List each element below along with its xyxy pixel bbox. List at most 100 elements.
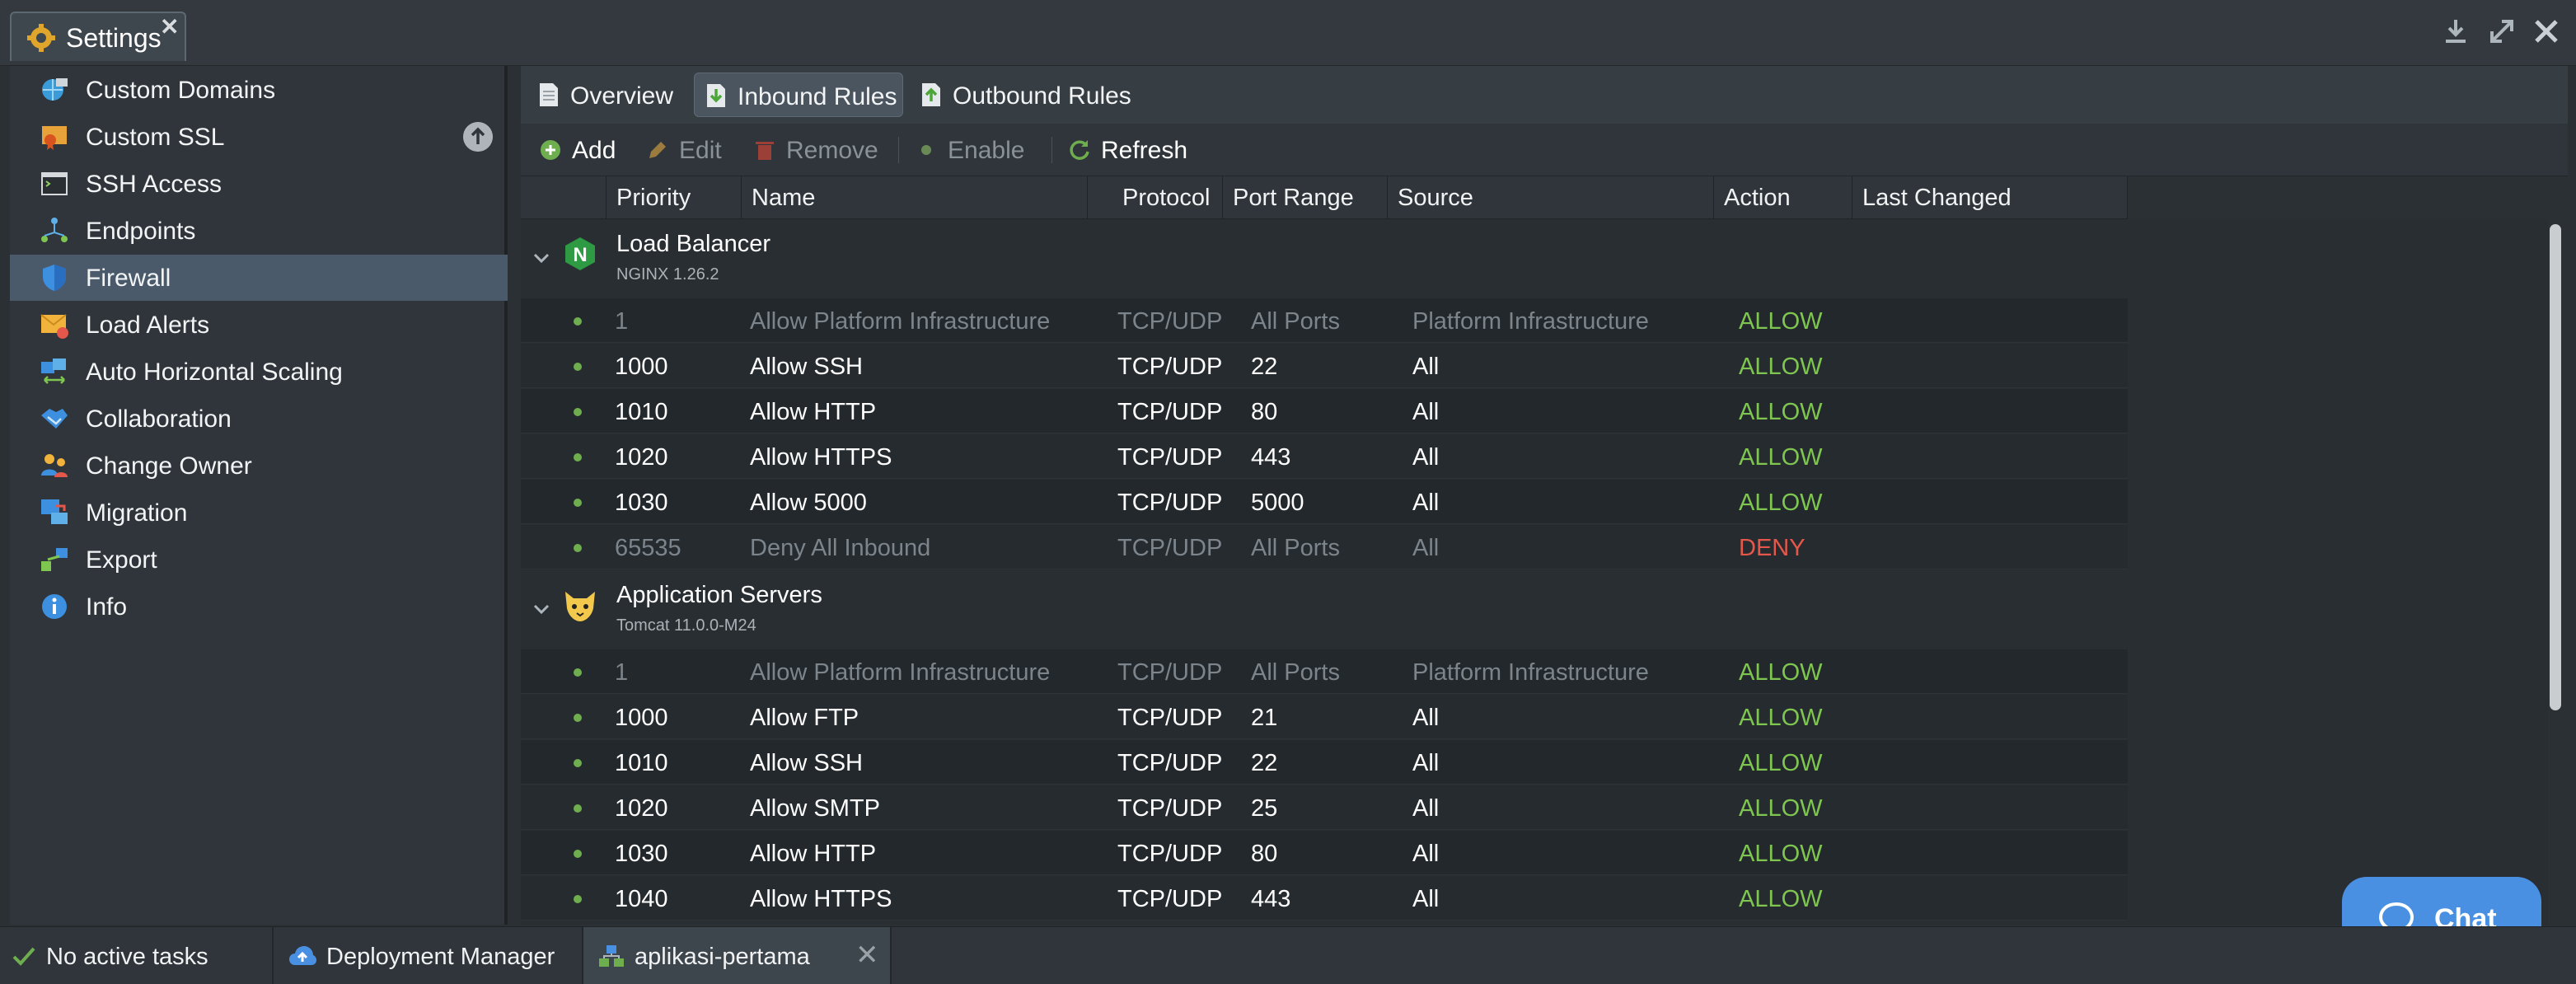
cell-port-range: All Ports: [1251, 659, 1340, 686]
settings-window-tab[interactable]: Settings ✕: [10, 12, 186, 61]
table-row[interactable]: 1000 Allow FTP TCP/UDP 21 All ALLOW: [521, 695, 2128, 739]
task-environment-aplikasi-pertama[interactable]: aplikasi-pertama ✕: [583, 927, 892, 984]
table-row[interactable]: 1020 Allow HTTPS TCP/UDP 443 All ALLOW: [521, 434, 2128, 479]
cell-port-range: 22: [1251, 354, 1278, 380]
download-icon[interactable]: [2439, 15, 2472, 48]
upload-icon[interactable]: [463, 122, 493, 152]
cell-port-range: 22: [1251, 750, 1278, 776]
table-row[interactable]: 1010 Allow SSH TCP/UDP 22 All ALLOW: [521, 740, 2128, 785]
vertical-scrollbar[interactable]: [2550, 224, 2561, 710]
table-row[interactable]: 1 Allow Platform Infrastructure TCP/UDP All…: [521, 649, 2128, 694]
cell-protocol: TCP/UDP: [1117, 705, 1223, 731]
rules-toolbar: Add Edit Remove Enable Refresh: [521, 124, 2568, 176]
tab-inbound-rules[interactable]: Inbound Rules: [694, 73, 903, 117]
table-row[interactable]: 1030 Allow HTTP TCP/UDP 80 All ALLOW: [521, 831, 2128, 875]
sidebar-item-auto-horizontal-scaling[interactable]: Auto Horizontal Scaling: [10, 349, 508, 395]
cell-action: ALLOW: [1739, 750, 1823, 776]
rule-status-dot: [574, 317, 582, 326]
column-header-name[interactable]: Name: [742, 176, 1088, 219]
column-header-port-range[interactable]: Port Range: [1223, 176, 1388, 219]
endpoints-icon: [41, 218, 68, 242]
sidebar-item-custom-domains[interactable]: Custom Domains: [10, 67, 508, 113]
close-icon[interactable]: [2530, 15, 2563, 48]
cell-protocol: TCP/UDP: [1117, 886, 1223, 912]
remove-button[interactable]: Remove: [753, 134, 885, 166]
header-label: Source: [1398, 185, 1473, 211]
cell-action: ALLOW: [1739, 795, 1823, 822]
table-row[interactable]: 1 Allow Platform Infrastructure TCP/UDP All…: [521, 298, 2128, 343]
task-deployment-manager[interactable]: Deployment Manager: [274, 927, 583, 984]
cell-priority: 1: [615, 659, 629, 686]
group-header-load-balancer[interactable]: N Load Balancer NGINX 1.26.2: [521, 219, 2128, 298]
migration-icon: [41, 499, 68, 524]
sidebar-item-collaboration[interactable]: Collaboration: [10, 396, 508, 442]
sidebar-item-load-alerts[interactable]: Load Alerts: [10, 302, 508, 348]
chevron-down-icon[interactable]: [531, 598, 552, 620]
tab-outbound-rules[interactable]: Outbound Rules: [910, 73, 1132, 117]
add-button[interactable]: Add: [539, 134, 621, 166]
enable-label: Enable: [948, 137, 1025, 164]
table-row[interactable]: 1030 Allow 5000 TCP/UDP 5000 All ALLOW: [521, 480, 2128, 524]
cloud-upload-icon: [289, 946, 316, 965]
table-row[interactable]: 1000 Allow SSH TCP/UDP 22 All ALLOW: [521, 344, 2128, 388]
sidebar-item-endpoints[interactable]: Endpoints: [10, 208, 508, 254]
sidebar-item-label: Endpoints: [86, 218, 196, 245]
cell-name: Allow HTTP: [750, 399, 877, 425]
cell-source: Platform Infrastructure: [1412, 308, 1649, 335]
cell-port-range: 21: [1251, 705, 1278, 731]
cell-protocol: TCP/UDP: [1117, 659, 1223, 686]
cell-action: DENY: [1739, 535, 1806, 561]
add-label: Add: [572, 137, 616, 164]
pencil-icon: [649, 142, 666, 158]
sidebar-item-migration[interactable]: Migration: [10, 490, 508, 536]
cell-source: All: [1412, 795, 1440, 822]
cell-priority: 1020: [615, 795, 668, 822]
enable-button[interactable]: Enable: [915, 134, 1038, 166]
table-row[interactable]: 1040 Allow HTTPS TCP/UDP 443 All ALLOW: [521, 876, 2128, 921]
sidebar-item-export[interactable]: Export: [10, 537, 508, 583]
sidebar-item-custom-ssl[interactable]: Custom SSL: [10, 114, 508, 160]
chevron-down-icon[interactable]: [531, 247, 552, 269]
header-label: Name: [752, 185, 816, 211]
tab-overview[interactable]: Overview: [527, 73, 684, 117]
sidebar-item-firewall[interactable]: Firewall: [10, 255, 508, 301]
cell-priority: 1030: [615, 490, 668, 516]
refresh-button[interactable]: Refresh: [1068, 134, 1200, 166]
table-row[interactable]: 1020 Allow SMTP TCP/UDP 25 All ALLOW: [521, 785, 2128, 830]
cell-source: All: [1412, 354, 1440, 380]
task-status[interactable]: No active tasks: [0, 927, 274, 984]
edit-button[interactable]: Edit: [646, 134, 737, 166]
column-header-last-changed[interactable]: Last Changed: [1852, 176, 2128, 219]
header-label: Port Range: [1233, 185, 1354, 211]
cell-name: Allow HTTPS: [750, 444, 892, 471]
cell-name: Allow Platform Infrastructure: [750, 308, 1051, 335]
export-icon: [41, 548, 68, 571]
table-row[interactable]: 1010 Allow HTTP TCP/UDP 80 All ALLOW: [521, 389, 2128, 433]
cell-source: All: [1412, 490, 1440, 516]
cell-name: Deny All Inbound: [750, 535, 931, 561]
cell-name: Allow HTTP: [750, 841, 877, 867]
column-header-action[interactable]: Action: [1714, 176, 1852, 219]
group-header-application-servers[interactable]: Application Servers Tomcat 11.0.0-M24: [521, 570, 2128, 649]
column-header-protocol[interactable]: Protocol: [1088, 176, 1223, 219]
rule-status-dot: [574, 714, 582, 722]
expand-icon[interactable]: [2485, 15, 2518, 48]
sidebar-item-change-owner[interactable]: Change Owner: [10, 443, 508, 489]
mail-alert-icon: [40, 314, 68, 339]
sidebar-item-info[interactable]: Info: [10, 583, 508, 630]
cell-source: All: [1412, 399, 1440, 425]
column-header-priority[interactable]: Priority: [607, 176, 742, 219]
cell-action: ALLOW: [1739, 444, 1823, 471]
cell-port-range: 25: [1251, 795, 1278, 822]
sidebar-item-label: Firewall: [86, 265, 171, 292]
plus-circle-icon: [541, 140, 560, 160]
close-task-icon[interactable]: ✕: [855, 939, 879, 972]
toolbar-divider: [1051, 137, 1052, 163]
sidebar-item-ssh-access[interactable]: SSH Access: [10, 161, 508, 207]
column-header-source[interactable]: Source: [1388, 176, 1714, 219]
close-tab-icon[interactable]: ✕: [160, 13, 179, 40]
globe-icon: [42, 78, 68, 101]
cell-protocol: TCP/UDP: [1117, 841, 1223, 867]
rule-status-dot: [574, 363, 582, 371]
table-row[interactable]: 65535 Deny All Inbound TCP/UDP All Ports All…: [521, 525, 2128, 569]
